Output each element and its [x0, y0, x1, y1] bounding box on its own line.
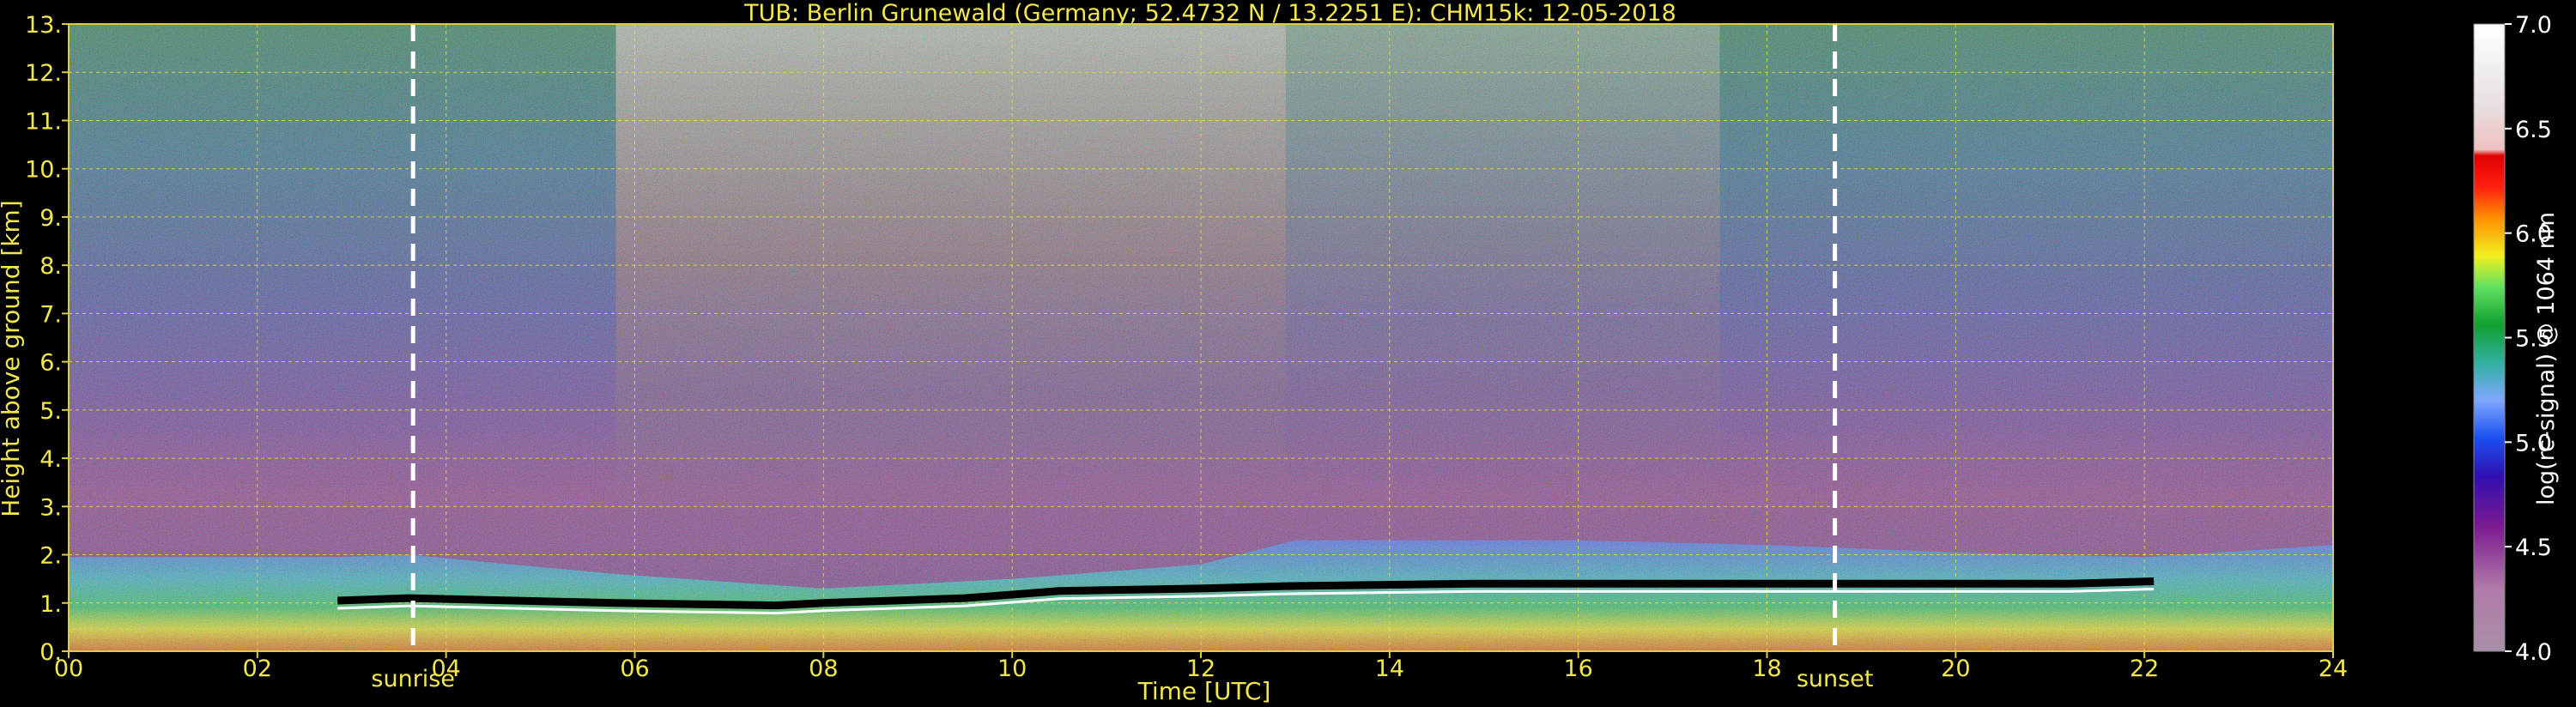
x-tick-label: 16: [1563, 656, 1592, 682]
y-tick-label: 5.: [39, 398, 62, 425]
x-tick-label: 02: [243, 656, 272, 682]
colorbar-tick-label: 4.0: [2515, 639, 2552, 666]
chart-title: TUB: Berlin Grunewald (Germany; 52.4732 …: [743, 0, 1676, 27]
sunset-label: sunset: [1797, 666, 1874, 692]
lidar-quicklook-chart: sunrise sunset 00 02 04 06 08 10 12 14 16 18 20 22 24…: [0, 0, 2560, 705]
colorbar-tick-label: 7.0: [2515, 12, 2552, 39]
y-tick-label: 8.: [39, 253, 62, 280]
y-tick-label: 2.: [39, 543, 62, 570]
y-tick-label: 10.: [25, 157, 62, 184]
x-tick-label: 18: [1752, 656, 1781, 682]
noise-overlay: [69, 24, 2333, 651]
x-tick-label: 04: [431, 656, 460, 682]
colorbar-tick-label: 5.5: [2515, 326, 2552, 353]
colorbar-tick-label: 4.5: [2515, 535, 2552, 561]
y-tick-label: 13.: [25, 12, 62, 39]
y-tick-label: 11.: [25, 108, 62, 135]
x-tick-label: 20: [1941, 656, 1970, 682]
y-tick-label: 6.: [39, 350, 62, 377]
y-tick-label: 9.: [39, 205, 62, 232]
colorbar: 4.0 4.5 5.0 5.5 6.0 6.5 7.0: [2473, 12, 2552, 666]
y-tick-label: 7.: [39, 301, 62, 328]
x-axis-label: Time [UTC]: [1137, 677, 1271, 705]
x-tick-label: 08: [809, 656, 838, 682]
colorbar-tick-label: 6.5: [2515, 117, 2552, 143]
x-tick-label: 10: [997, 656, 1027, 682]
y-tick-label: 4.: [39, 446, 62, 473]
plot-area: [69, 24, 2333, 651]
x-tick-label: 06: [620, 656, 649, 682]
y-tick-label: 3.: [39, 494, 62, 521]
y-axis-label: Height above ground [km]: [0, 200, 25, 517]
colorbar-tick-label: 6.0: [2515, 221, 2552, 248]
x-tick-label: 14: [1375, 656, 1404, 682]
colorbar-label: log(rc-signal) @ 1064 nm: [2533, 212, 2560, 505]
y-tick-label: 1.: [39, 591, 62, 618]
colorbar-tick-label: 5.0: [2515, 430, 2552, 456]
x-tick-label: 22: [2130, 656, 2159, 682]
y-tick-label: 0.: [39, 639, 62, 666]
colorbar-scale: [2473, 23, 2506, 652]
y-tick-label: 12.: [25, 60, 62, 87]
x-tick-label: 24: [2318, 656, 2348, 682]
